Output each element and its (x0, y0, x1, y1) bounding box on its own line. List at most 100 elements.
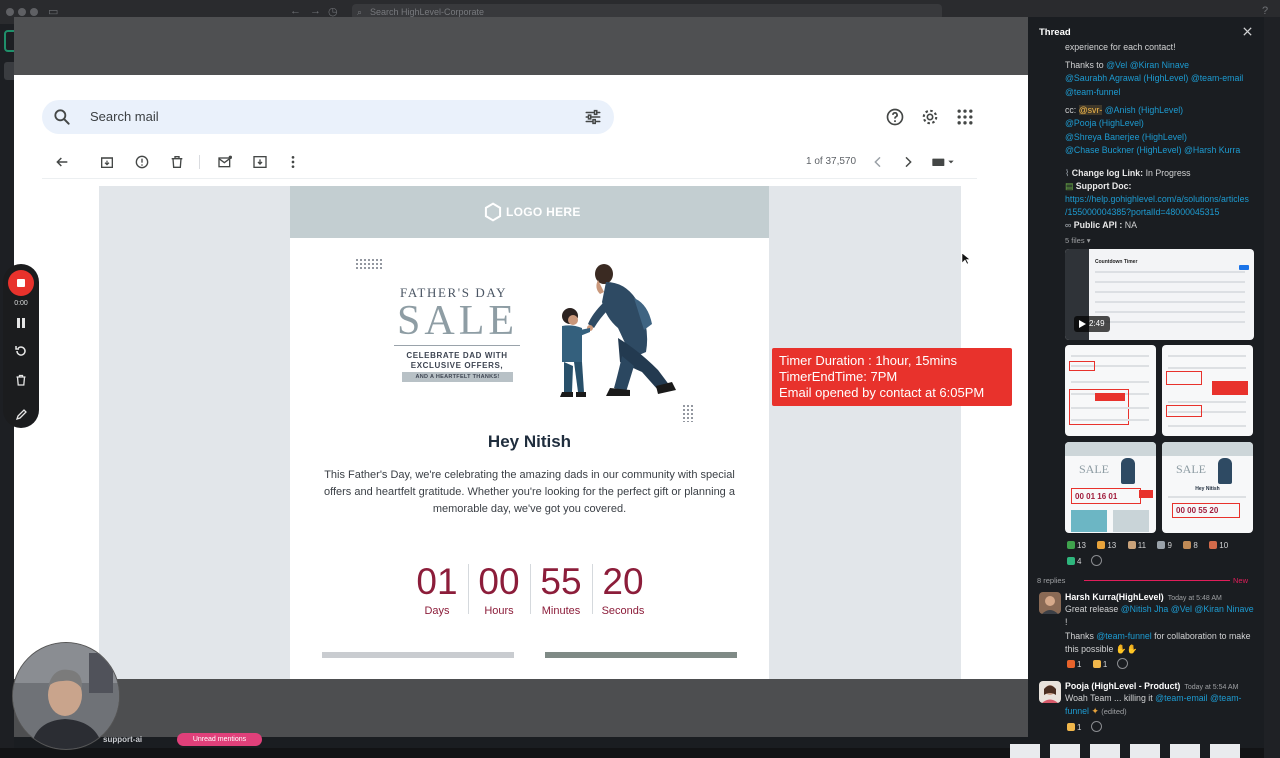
image-attachment[interactable] (1065, 345, 1156, 436)
mention-saurabh[interactable]: @Saurabh Agrawal (HighLevel) (1065, 73, 1188, 83)
cc-label: cc: (1065, 105, 1077, 115)
mark-unread-icon[interactable] (217, 154, 233, 170)
window-zoom-dot[interactable] (30, 8, 38, 16)
mention-pooja[interactable]: @Pooja (HighLevel) (1065, 118, 1144, 128)
archive-icon[interactable] (99, 154, 115, 170)
unread-mentions-badge[interactable]: Unread mentions (177, 733, 262, 746)
pause-icon[interactable] (14, 316, 28, 330)
help-icon[interactable]: ? (1262, 5, 1268, 17)
mention-team-funnel[interactable]: @team-funnel (1096, 631, 1151, 641)
reaction-emoji (1157, 541, 1166, 549)
avatar[interactable] (1039, 592, 1061, 614)
support-doc-label: Support Doc: (1075, 181, 1132, 191)
reaction-6[interactable]: 10 (1207, 539, 1230, 552)
message-text: ! (1065, 617, 1068, 627)
image-attachment[interactable] (1162, 345, 1253, 436)
window-minimize-dot[interactable] (18, 8, 26, 16)
reaction-hands[interactable]: 1 (1091, 658, 1109, 671)
timer-seconds-value: 20 (602, 561, 644, 602)
email-body-text: This Father's Day, we're celebrating the… (324, 469, 735, 515)
search-options-icon[interactable] (584, 108, 602, 126)
message-toolbar: 1 of 37,570 (42, 145, 977, 179)
reaction-fire[interactable]: 1 (1065, 658, 1083, 671)
product-image-placeholder (322, 652, 514, 658)
celebrate-line-1: CELEBRATE DAD WITH (406, 351, 508, 360)
countdown-timer: 01 Days 00 Hours 55 Minutes 20 Seconds (406, 560, 654, 620)
webcam-bubble[interactable] (12, 642, 120, 750)
reaction-hands[interactable]: 1 (1065, 721, 1083, 734)
mention-nitish[interactable]: @Nitish Jha (1121, 604, 1169, 614)
thanks-line: Thanks to @Vel @Kiran Ninave (1065, 59, 1189, 72)
message-timestamp[interactable]: Today at 5:48 AM (1168, 595, 1222, 602)
mention-kiran[interactable]: @Kiran Ninave (1130, 60, 1189, 70)
mention-team-funnel-cont[interactable]: funnel (1065, 706, 1089, 716)
message-text: funnel ✦ (edited) (1065, 705, 1127, 718)
support-doc-link-cont[interactable]: /155000004385?portalId=48000045315 (1065, 206, 1219, 219)
keyboard-input-icon[interactable] (929, 154, 957, 170)
mention-team-email[interactable]: @team-email (1155, 693, 1207, 703)
highlevel-logo-fragment (1010, 742, 1240, 758)
files-toggle[interactable]: 5 files ▾ (1065, 236, 1090, 245)
mention-anish[interactable]: @Anish (HighLevel) (1105, 105, 1183, 115)
mention-harsh[interactable]: @Harsh Kurra (1184, 145, 1240, 155)
timer-seconds-label: Seconds (601, 605, 645, 617)
more-vertical-icon[interactable] (285, 154, 301, 170)
check-mark-emoji (1067, 557, 1075, 565)
reactions-row: 13 13 11 9 8 10 4 (1065, 539, 1235, 568)
email-greeting: Hey Nitish (487, 432, 572, 451)
restart-icon[interactable] (14, 344, 28, 358)
image-attachment[interactable]: SALE 00 01 16 01 (1065, 442, 1156, 533)
back-arrow-icon[interactable]: ← (290, 5, 301, 17)
screen: ▭ ← → ◷ ⌕ Search HighLevel-Corporate ? S… (0, 0, 1280, 758)
gmail-search-bar[interactable]: Search mail (42, 100, 614, 134)
reaction-5[interactable]: 8 (1181, 539, 1199, 552)
annotation-line-3: Email opened by contact at 6:05PM (779, 385, 985, 400)
party-popper-emoji: ✦ (1091, 706, 1099, 716)
mention-team-funnel[interactable]: @team- (1210, 693, 1241, 703)
window-close-dot[interactable] (6, 8, 14, 16)
thanks-line-3: @team-funnel (1065, 86, 1120, 99)
back-arrow-icon[interactable] (54, 154, 70, 170)
channel-name[interactable]: support-ai (103, 735, 142, 744)
public-api-value: NA (1124, 220, 1137, 230)
celebrate-subheading: CELEBRATE DAD WITH EXCLUSIVE OFFERS, (394, 351, 520, 371)
mention-svr[interactable]: @svr- (1078, 105, 1103, 115)
play-icon[interactable] (1079, 320, 1086, 328)
mention-team-email[interactable]: @team-email (1191, 73, 1243, 83)
reaction-4[interactable]: 9 (1155, 539, 1173, 552)
delete-trash-icon[interactable] (169, 154, 185, 170)
apps-grid-icon[interactable] (955, 107, 975, 127)
mention-shreya[interactable]: @Shreya Banerjee (HighLevel) (1065, 132, 1187, 142)
chevron-right-icon[interactable] (900, 154, 916, 170)
help-icon[interactable] (885, 107, 905, 127)
mention-team-funnel[interactable]: @team-funnel (1065, 87, 1120, 97)
thumb-sale-text: SALE (1079, 462, 1109, 476)
add-reaction-icon[interactable] (1090, 555, 1102, 566)
reaction-7[interactable]: 4 (1065, 555, 1083, 568)
reaction-3[interactable]: 11 (1126, 539, 1148, 552)
reaction-1[interactable]: 13 (1065, 539, 1088, 552)
mention-kiran[interactable]: @Kiran Ninave (1194, 604, 1253, 614)
stop-recording-button[interactable] (8, 270, 34, 296)
mention-chase[interactable]: @Chase Buckner (HighLevel) (1065, 145, 1182, 155)
message-author[interactable]: Harsh Kurra(HighLevel) Today at 5:48 AM (1065, 592, 1222, 602)
image-attachment[interactable]: SALE Hey Nitish 00 00 55 20 (1162, 442, 1253, 533)
avatar[interactable] (1039, 681, 1061, 703)
settings-gear-icon[interactable] (920, 107, 940, 127)
add-reaction-icon[interactable] (1090, 721, 1102, 732)
add-reaction-icon[interactable] (1116, 658, 1128, 669)
forward-arrow-icon[interactable]: → (310, 5, 321, 17)
close-icon[interactable] (1242, 26, 1253, 37)
video-attachment[interactable]: Countdown Timer 2:49 (1065, 249, 1254, 340)
pencil-draw-icon[interactable] (14, 408, 28, 422)
delete-trash-icon[interactable] (14, 373, 28, 387)
move-to-icon[interactable] (252, 154, 268, 170)
mention-vel[interactable]: @Vel (1106, 60, 1127, 70)
message-author[interactable]: Pooja (HighLevel - Product) Today at 5:54… (1065, 681, 1238, 691)
mention-vel[interactable]: @Vel (1171, 604, 1192, 614)
support-doc-link[interactable]: https://help.gohighlevel.com/a/solutions… (1065, 193, 1249, 206)
report-spam-icon[interactable] (134, 154, 150, 170)
reaction-2[interactable]: 13 (1095, 539, 1118, 552)
message-timestamp[interactable]: Today at 5:54 AM (1184, 684, 1238, 691)
chevron-left-icon[interactable] (870, 154, 886, 170)
